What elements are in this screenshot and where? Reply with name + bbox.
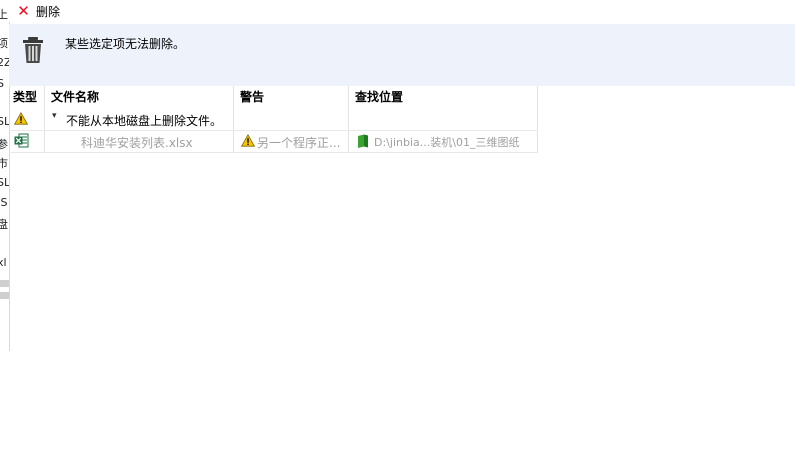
dialog-title: 删除: [36, 4, 61, 19]
background-text: xl: [0, 256, 7, 269]
background-text: .S: [0, 196, 8, 209]
column-header-location[interactable]: 查找位置: [355, 88, 403, 105]
location-path[interactable]: D:\jinbia...装机\01_三维图纸: [374, 134, 519, 150]
column-header-filename[interactable]: 文件名称: [51, 88, 99, 105]
background-text: 项: [0, 35, 8, 51]
excel-file-icon: [14, 133, 29, 148]
close-icon[interactable]: ✕: [17, 3, 30, 18]
dialog-title-bar: ✕ 删除: [9, 0, 795, 22]
chevron-down-icon[interactable]: ▾: [52, 111, 57, 121]
background-text: S: [0, 77, 4, 90]
background-bar: [0, 292, 9, 299]
recycle-bin-icon: [23, 37, 43, 63]
message-banner: 某些选定项无法删除。: [9, 24, 795, 86]
background-text: 上: [0, 6, 8, 22]
background-text: 盘: [0, 216, 8, 232]
background-text: SL: [0, 176, 10, 189]
group-label: 不能从本地磁盘上删除文件。: [66, 114, 223, 128]
warning-icon: [241, 134, 255, 147]
warning-text: 另一个程序正...: [257, 136, 341, 150]
background-text: 市: [0, 155, 8, 171]
file-name: 科迪华安装列表.xlsx: [81, 136, 193, 150]
background-text: 参: [0, 136, 8, 152]
table-row[interactable]: 科迪华安装列表.xlsx 另一个程序正... D:\jinbia...装机\01…: [9, 130, 538, 152]
column-header-type[interactable]: 类型: [13, 88, 37, 105]
column-header-warning[interactable]: 警告: [240, 88, 264, 105]
error-message: 某些选定项无法删除。: [65, 37, 186, 51]
group-row[interactable]: ▾ 不能从本地磁盘上删除文件。: [9, 108, 538, 130]
results-table: 类型 文件名称 警告 查找位置 ▾ 不能从本地磁盘上删除文件。 科迪华安装列表.…: [9, 86, 538, 153]
warning-icon: [14, 112, 28, 125]
row-divider: [9, 152, 538, 153]
green-book-icon: [358, 134, 368, 148]
background-bar: [0, 280, 9, 287]
